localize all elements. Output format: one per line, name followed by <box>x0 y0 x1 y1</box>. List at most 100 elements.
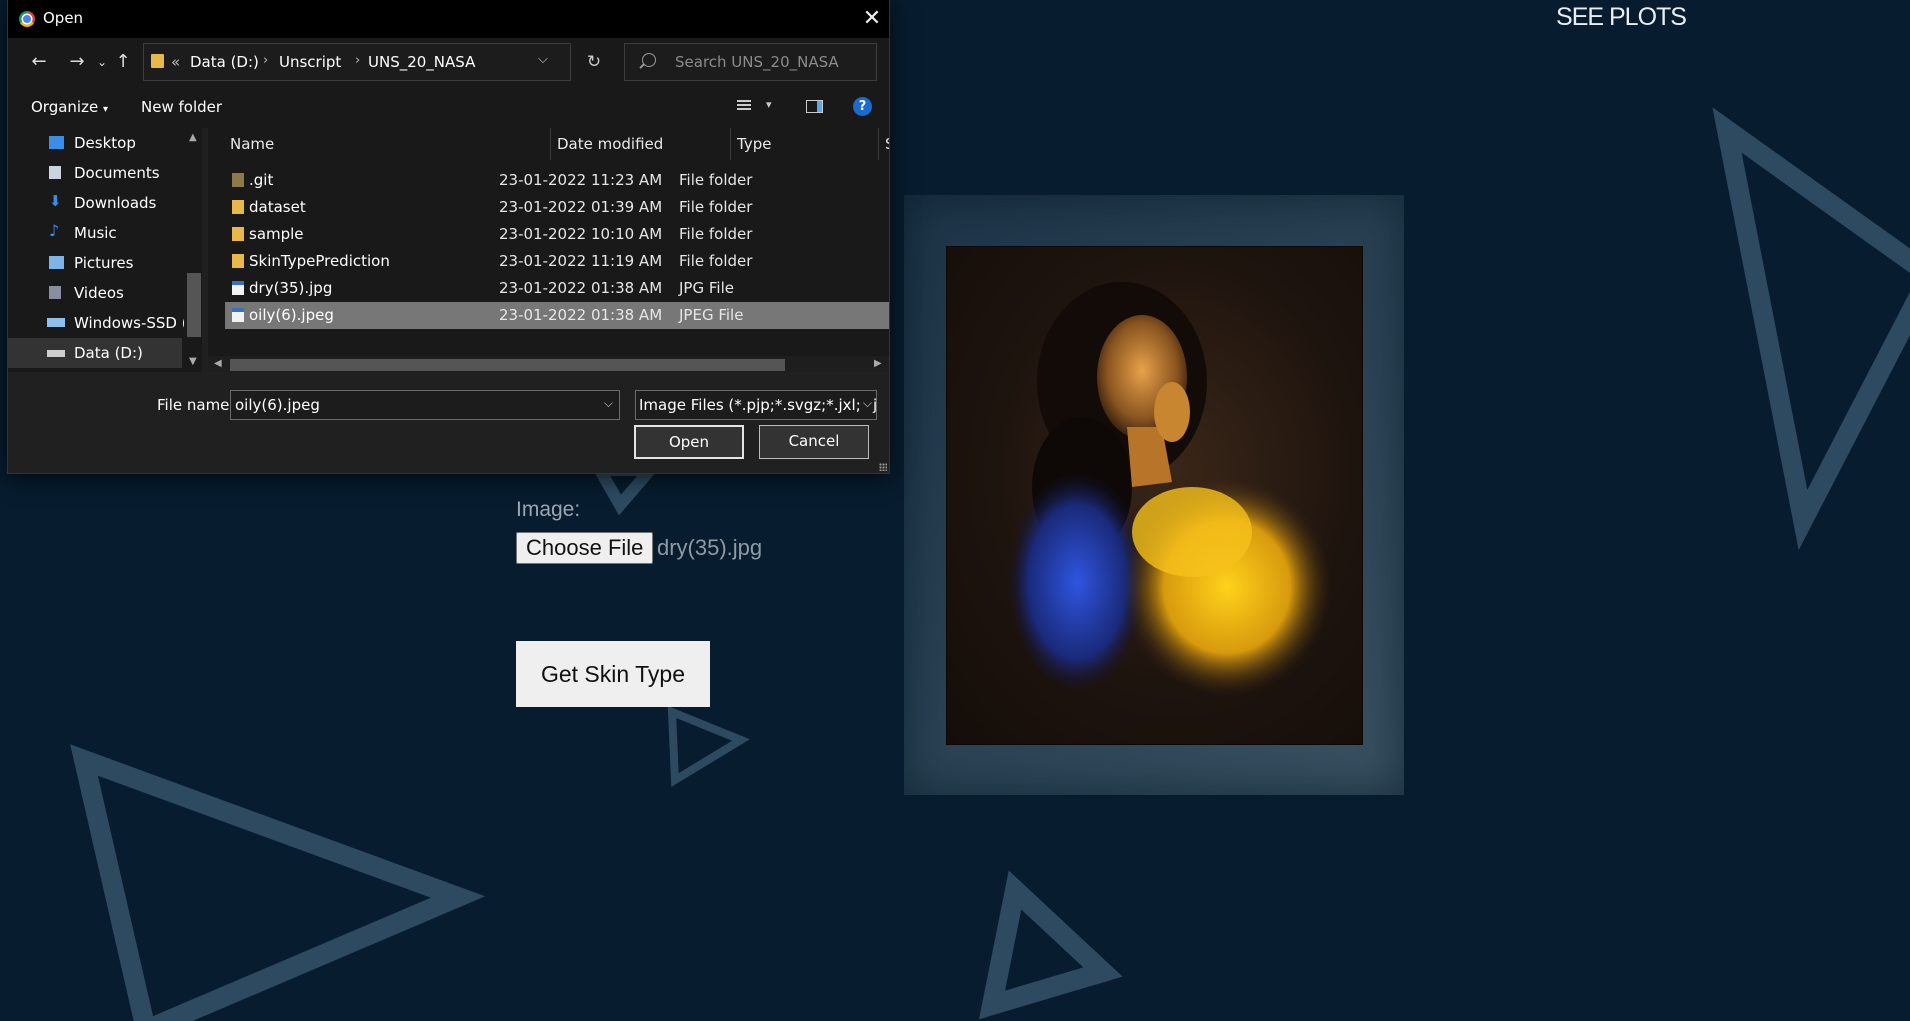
drive-c-icon <box>47 318 65 327</box>
folder-icon <box>232 173 244 187</box>
file-name-dropdown-chevron-icon[interactable]: ⌵ <box>604 396 613 411</box>
sidebar-item-data-d[interactable]: Data (D:) <box>8 338 182 368</box>
file-type: File folder <box>679 171 753 189</box>
sidebar-item-downloads[interactable]: ⬇ Downloads <box>8 188 182 218</box>
address-dropdown-chevron-icon[interactable]: ⌵ <box>538 52 548 67</box>
sidebar-item-windows-ssd[interactable]: Windows-SSD (C <box>8 308 198 338</box>
search-box[interactable]: Search UNS_20_NASA <box>624 43 877 81</box>
image-file-icon <box>232 281 244 295</box>
file-row[interactable]: .git 23-01-2022 11:23 AM File folder <box>225 167 889 194</box>
dialog-title: Open <box>43 9 84 27</box>
column-divider[interactable] <box>730 128 731 160</box>
file-type: File folder <box>679 252 753 270</box>
column-divider[interactable] <box>878 128 879 160</box>
resize-grip-icon[interactable] <box>879 463 887 471</box>
close-icon[interactable]: ✕ <box>859 5 885 33</box>
open-button[interactable]: Open <box>634 425 744 459</box>
triangle-decoration <box>1712 107 1910 551</box>
scroll-up-icon[interactable]: ▲ <box>189 132 197 143</box>
breadcrumb-uns-20-nasa[interactable]: UNS_20_NASA <box>368 53 475 71</box>
chrome-icon <box>19 11 35 27</box>
folder-icon <box>232 254 244 268</box>
scrollbar-thumb[interactable] <box>187 273 201 337</box>
image-preview-frame <box>904 195 1404 795</box>
breadcrumb-data-d[interactable]: Data (D:) <box>190 53 259 71</box>
address-bar[interactable]: « Data (D:) › Unscript › UNS_20_NASA ⌵ <box>143 43 571 81</box>
desktop-icon <box>49 136 64 149</box>
sidebar-item-label: Music <box>74 224 117 242</box>
file-type-select[interactable]: Image Files (*.pjp;*.svgz;*.jxl;*.jp ⌵ <box>635 390 877 420</box>
get-skin-type-button[interactable]: Get Skin Type <box>516 641 710 707</box>
file-row[interactable]: dry(35).jpg 23-01-2022 01:38 AM JPG File <box>225 275 889 302</box>
up-arrow-icon[interactable]: ↑ <box>114 48 132 76</box>
sort-ascending-icon: ^ <box>384 128 393 135</box>
file-row[interactable]: sample 23-01-2022 10:10 AM File folder <box>225 221 889 248</box>
breadcrumb-unscript[interactable]: Unscript <box>279 53 341 71</box>
breadcrumb-separator-icon: › <box>355 53 361 68</box>
column-header-name[interactable]: Name <box>230 135 274 153</box>
folder-icon <box>232 227 244 241</box>
file-type: JPEG File <box>679 306 744 324</box>
sidebar-item-documents[interactable]: Documents <box>8 158 182 188</box>
column-header-type[interactable]: Type <box>737 135 771 153</box>
folder-icon <box>232 200 244 214</box>
file-type: File folder <box>679 198 753 216</box>
file-type: File folder <box>679 225 753 243</box>
horizontal-scrollbar[interactable]: ◀ ▶ <box>208 356 889 372</box>
help-icon[interactable]: ? <box>853 97 872 116</box>
file-name: dataset <box>249 198 306 216</box>
sidebar-scrollbar[interactable]: ▲ ▼ <box>184 128 202 372</box>
file-type: JPG File <box>679 279 734 297</box>
portrait-illustration <box>1007 282 1332 697</box>
file-list: ^ Name Date modified Type S .git 23-01-2… <box>208 128 889 372</box>
file-row-selected[interactable]: oily(6).jpeg 23-01-2022 01:38 AM JPEG Fi… <box>225 302 889 329</box>
recent-locations-chevron-icon[interactable]: ⌄ <box>94 48 110 76</box>
search-placeholder: Search UNS_20_NASA <box>675 53 839 71</box>
breadcrumb-overflow[interactable]: « <box>171 53 180 71</box>
image-label: Image: <box>516 498 581 521</box>
file-row[interactable]: dataset 23-01-2022 01:39 AM File folder <box>225 194 889 221</box>
organize-button[interactable]: Organize ▾ <box>31 98 108 116</box>
triangle-decoration <box>667 705 750 787</box>
file-name: SkinTypePrediction <box>249 252 390 270</box>
sidebar-item-pictures[interactable]: Pictures <box>8 248 182 278</box>
scroll-down-icon[interactable]: ▼ <box>189 356 197 367</box>
column-header-size[interactable]: S <box>885 135 889 153</box>
scroll-left-icon[interactable]: ◀ <box>214 358 222 369</box>
sidebar-item-label: Videos <box>74 284 124 302</box>
triangle-decoration <box>589 464 664 516</box>
back-arrow-icon[interactable]: ← <box>25 48 53 76</box>
file-name-value: oily(6).jpeg <box>235 396 320 414</box>
new-folder-button[interactable]: New folder <box>141 98 222 116</box>
file-row[interactable]: SkinTypePrediction 23-01-2022 11:19 AM F… <box>225 248 889 275</box>
change-view-icon[interactable] <box>737 100 751 114</box>
choose-file-button[interactable]: Choose File <box>516 532 654 564</box>
dialog-titlebar[interactable]: Open ✕ <box>8 0 889 38</box>
sidebar-item-music[interactable]: ♪ Music <box>8 218 182 248</box>
image-file-icon <box>232 308 244 322</box>
caret-down-icon: ▾ <box>102 104 109 115</box>
scrollbar-thumb[interactable] <box>230 359 785 371</box>
sidebar-item-videos[interactable]: Videos <box>8 278 182 308</box>
file-name-input[interactable]: oily(6).jpeg ⌵ <box>230 390 620 420</box>
downloads-icon: ⬇ <box>49 192 62 210</box>
file-open-dialog: Open ✕ ← → ⌄ ↑ « Data (D:) › Unscript › … <box>8 0 889 473</box>
column-header-date-modified[interactable]: Date modified <box>557 135 663 153</box>
search-icon <box>642 53 656 67</box>
view-options-caret-icon[interactable]: ▾ <box>766 98 772 111</box>
dialog-toolbar: Organize ▾ New folder ▾ ? <box>8 86 889 128</box>
file-date: 23-01-2022 11:23 AM <box>499 171 663 189</box>
sidebar-item-desktop[interactable]: Desktop <box>8 128 182 158</box>
file-type-chevron-icon: ⌵ <box>859 396 872 411</box>
dialog-footer: File name: oily(6).jpeg ⌵ Image Files (*… <box>8 372 889 473</box>
scroll-right-icon[interactable]: ▶ <box>874 358 882 369</box>
cancel-button[interactable]: Cancel <box>759 425 869 459</box>
preview-pane-icon[interactable] <box>806 100 823 113</box>
file-name: .git <box>249 171 274 189</box>
refresh-icon[interactable]: ↻ <box>581 48 607 76</box>
forward-arrow-icon[interactable]: → <box>63 48 91 76</box>
drive-d-icon <box>47 350 65 357</box>
see-plots-link[interactable]: SEE PLOTS <box>1548 0 1694 34</box>
organize-label: Organize <box>31 98 99 116</box>
column-divider[interactable] <box>550 128 551 160</box>
